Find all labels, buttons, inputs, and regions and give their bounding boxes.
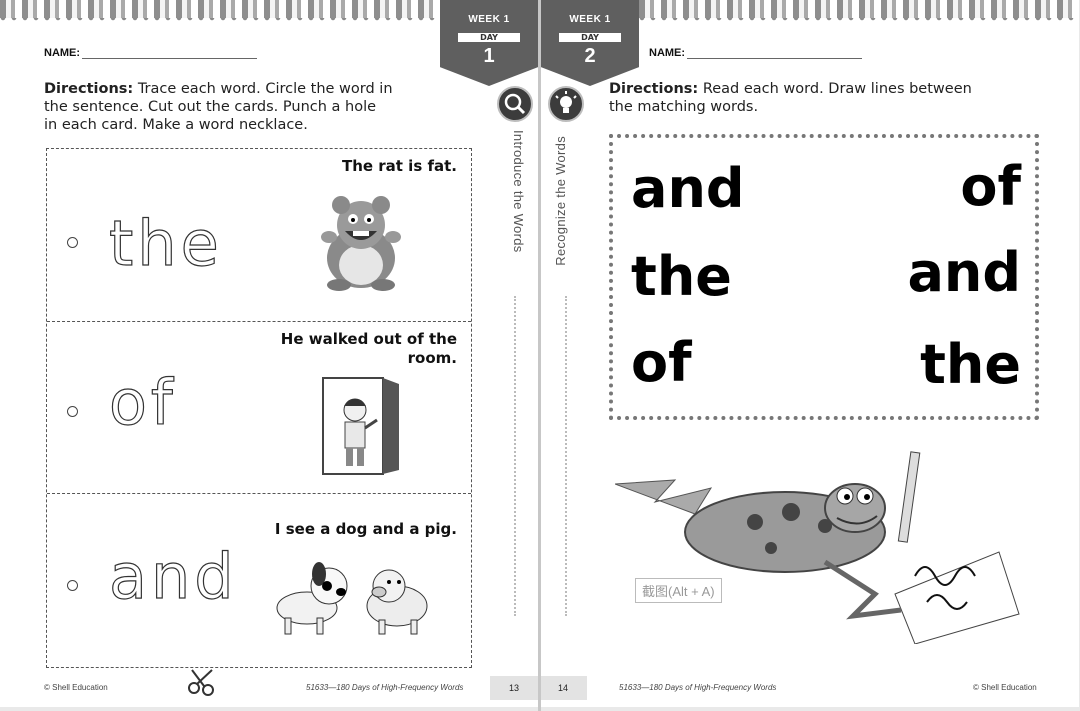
left-word[interactable]: of <box>631 336 692 390</box>
week-label: WEEK 1 <box>468 14 510 25</box>
name-line[interactable] <box>687 48 863 59</box>
directions-lead: Directions: <box>44 81 134 97</box>
footer-title: 51633—180 Days of High-Frequency Words <box>619 683 777 692</box>
card-sentence: I see a dog and a pig. <box>274 520 457 538</box>
page-number: 13 <box>490 676 538 700</box>
directions: Directions: Trace each word. Circle the … <box>44 80 484 134</box>
directions-line: Read each word. Draw lines between <box>702 81 972 97</box>
left-page: WEEK 1 DAY 1 Introduce the Words NAME: D… <box>0 0 538 707</box>
card-sentence: He walked out of the room. <box>280 330 457 367</box>
trace-word: of <box>108 365 177 439</box>
footer-publisher: © Shell Education <box>973 683 1037 692</box>
left-word[interactable]: and <box>631 162 745 216</box>
day-label: DAY <box>559 33 621 42</box>
day-label: DAY <box>458 33 520 42</box>
week-label: WEEK 1 <box>569 14 611 25</box>
name-label: NAME: <box>649 47 686 59</box>
directions-lead: Directions: <box>609 81 699 97</box>
name-label: NAME: <box>44 47 81 59</box>
word-cards: the The rat is fat. of He walked out of … <box>46 148 472 668</box>
side-label: Introduce the Words <box>511 130 526 253</box>
punch-hole <box>67 237 78 248</box>
day-number: 1 <box>483 45 495 67</box>
frog-illustration <box>615 451 1020 644</box>
scissors-icon <box>188 669 214 696</box>
dog-pig-illustration <box>276 562 428 635</box>
punch-hole <box>67 406 78 417</box>
right-word[interactable]: and <box>907 246 1021 300</box>
trace-word: the <box>108 206 223 280</box>
directions-line: in each card. Make a word necklace. <box>44 117 308 133</box>
page-number: 14 <box>541 676 587 700</box>
name-field[interactable]: NAME: <box>649 47 863 59</box>
right-page: WEEK 1 DAY 2 Recognize the Words NAME: D… <box>541 0 1079 707</box>
word-card[interactable]: of He walked out of the room. <box>47 321 471 494</box>
matching-box: and the of of and the <box>609 134 1039 420</box>
boy-door-illustration <box>322 377 399 475</box>
top-stripe-border <box>639 0 1079 22</box>
footer-publisher: © Shell Education <box>44 683 108 692</box>
dotted-divider <box>565 296 567 616</box>
day-tab: WEEK 1 DAY 1 <box>440 0 538 86</box>
directions: Directions: Read each word. Draw lines b… <box>609 80 1049 116</box>
directions-line: the sentence. Cut out the cards. Punch a… <box>44 99 377 115</box>
left-word[interactable]: the <box>631 250 732 304</box>
day-number: 2 <box>584 45 596 67</box>
word-card[interactable]: and I see a dog and a pig. <box>47 493 471 666</box>
name-field[interactable]: NAME: <box>44 47 258 59</box>
magnifier-icon <box>497 86 533 122</box>
right-word[interactable]: of <box>960 160 1021 214</box>
directions-line: the matching words. <box>609 99 759 115</box>
top-stripe-border <box>0 0 440 22</box>
card-sentence: The rat is fat. <box>341 157 457 175</box>
punch-hole <box>67 580 78 591</box>
activity-sidebar: Introduce the Words <box>492 86 536 626</box>
lightbulb-icon <box>548 86 584 122</box>
day-tab: WEEK 1 DAY 2 <box>541 0 639 86</box>
screenshot-shortcut-label: 截图(Alt + A) <box>635 578 722 603</box>
name-line[interactable] <box>82 48 258 59</box>
rat-illustration <box>321 196 401 291</box>
dotted-divider <box>514 296 516 616</box>
activity-sidebar: Recognize the Words <box>543 86 587 626</box>
footer-title: 51633—180 Days of High-Frequency Words <box>306 683 464 692</box>
trace-word: and <box>108 539 238 613</box>
side-label: Recognize the Words <box>553 136 568 266</box>
word-card[interactable]: the The rat is fat. <box>47 149 471 321</box>
directions-line: Trace each word. Circle the word in <box>137 81 393 97</box>
right-word[interactable]: the <box>920 338 1021 392</box>
